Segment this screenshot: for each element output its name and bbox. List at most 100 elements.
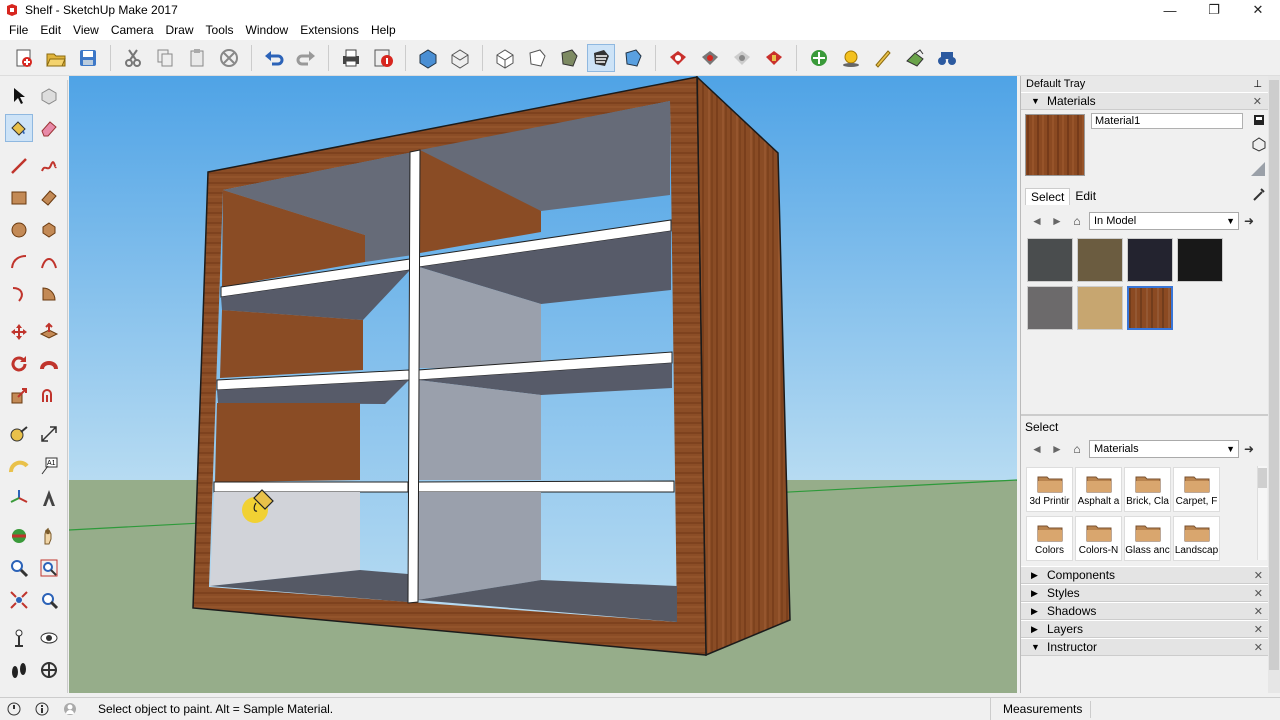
library-forward-icon[interactable]: ► [1047, 440, 1067, 458]
geo-location-status-icon[interactable] [6, 701, 22, 717]
zoom-extents-icon[interactable] [5, 586, 33, 614]
section-icon[interactable] [901, 44, 929, 72]
two-point-arc-icon[interactable] [35, 248, 63, 276]
follow-me-icon[interactable] [35, 350, 63, 378]
library-folder-item[interactable]: Colors [1026, 516, 1073, 561]
menu-camera[interactable]: Camera [105, 20, 160, 40]
line-tool-icon[interactable] [5, 152, 33, 180]
material-swatch[interactable] [1077, 286, 1123, 330]
restore-button[interactable]: ❐ [1192, 0, 1236, 20]
shelf-3-left[interactable] [213, 481, 409, 493]
scale-tool-icon[interactable] [5, 382, 33, 410]
3d-viewport[interactable] [69, 76, 1017, 693]
shadows-icon[interactable] [837, 44, 865, 72]
text-tool-icon[interactable]: A1 [35, 452, 63, 480]
pie-tool-icon[interactable] [35, 280, 63, 308]
close-panel-icon[interactable]: ✕ [1253, 95, 1262, 108]
center-divider[interactable] [407, 149, 421, 604]
library-folder-item[interactable]: Colors-N [1075, 516, 1122, 561]
print-icon[interactable] [337, 44, 365, 72]
tray-scrollbar[interactable] [1268, 76, 1280, 693]
instructor-panel-header[interactable]: ▼ Instructor ✕ [1021, 638, 1269, 656]
iso-view-icon[interactable] [414, 44, 442, 72]
library-back-icon[interactable]: ◄ [1027, 440, 1047, 458]
freehand-tool-icon[interactable] [35, 152, 63, 180]
close-shadows-icon[interactable]: ✕ [1254, 605, 1263, 618]
menu-draw[interactable]: Draw [160, 20, 200, 40]
shaded-textures-icon[interactable] [587, 43, 615, 72]
move-tool-icon[interactable] [5, 318, 33, 346]
eraser-icon[interactable] [35, 114, 63, 142]
materials-panel-header[interactable]: ▼ Materials ✕ [1021, 92, 1268, 110]
back-arrow-icon[interactable]: ◄ [1027, 212, 1047, 230]
rectangle-tool-icon[interactable] [5, 184, 33, 212]
styles-panel-header[interactable]: ▶ Styles ✕ [1021, 584, 1269, 602]
details-arrow-icon[interactable]: ➜ [1239, 212, 1259, 230]
3d-warehouse-icon[interactable] [664, 44, 692, 72]
library-folder-item[interactable]: 3d Printir [1026, 467, 1073, 512]
sandbox-icon[interactable] [869, 44, 897, 72]
info-icon[interactable] [34, 701, 50, 717]
forward-arrow-icon[interactable]: ► [1047, 212, 1067, 230]
material-swatch[interactable] [1077, 238, 1123, 282]
library-home-icon[interactable]: ⌂ [1067, 440, 1087, 458]
close-components-icon[interactable]: ✕ [1254, 569, 1263, 582]
right-view-icon[interactable] [523, 44, 551, 72]
home-icon[interactable]: ⌂ [1067, 212, 1087, 230]
sample-paint-icon[interactable] [1251, 186, 1267, 202]
new-file-icon[interactable] [10, 44, 38, 72]
bottom-left-back-panel[interactable] [210, 492, 360, 586]
cut-icon[interactable] [119, 44, 147, 72]
close-instructor-icon[interactable]: ✕ [1254, 641, 1263, 654]
geo-location-icon[interactable] [805, 44, 833, 72]
layers-panel-header[interactable]: ▶ Layers ✕ [1021, 620, 1269, 638]
3d-text-icon[interactable] [35, 484, 63, 512]
close-layers-icon[interactable]: ✕ [1254, 623, 1263, 636]
menu-help[interactable]: Help [365, 20, 402, 40]
menu-tools[interactable]: Tools [200, 20, 240, 40]
measurements-input[interactable] [1090, 701, 1278, 718]
paste-icon[interactable] [183, 44, 211, 72]
push-pull-icon[interactable] [35, 318, 63, 346]
polygon-tool-icon[interactable] [35, 216, 63, 244]
library-folder-item[interactable]: Glass anc [1124, 516, 1171, 561]
pin-icon[interactable]: ⊥ [1253, 79, 1262, 90]
mid-left-back-panel[interactable] [220, 310, 363, 378]
undo-icon[interactable] [260, 44, 288, 72]
tab-select[interactable]: Select [1025, 188, 1071, 205]
material-swatch[interactable] [1177, 238, 1223, 282]
material-swatch[interactable] [1127, 286, 1173, 330]
model-canvas[interactable] [69, 76, 1017, 693]
menu-edit[interactable]: Edit [34, 20, 67, 40]
collection-dropdown[interactable]: In Model ▼ [1089, 212, 1239, 230]
default-material-icon[interactable] [1249, 160, 1267, 178]
make-component-icon[interactable] [35, 82, 63, 110]
shaded-icon[interactable] [555, 44, 583, 72]
material-mode-icon[interactable] [1251, 136, 1267, 152]
orbit-tool-icon[interactable] [5, 522, 33, 550]
menu-extensions[interactable]: Extensions [294, 20, 365, 40]
library-scrollbar[interactable] [1257, 466, 1267, 560]
walk-tool-icon[interactable] [5, 656, 33, 684]
protractor-icon[interactable] [5, 452, 33, 480]
material-name-field[interactable]: Material1 [1091, 113, 1243, 129]
zoom-window-icon[interactable] [35, 554, 63, 582]
library-folder-item[interactable]: Brick, Cla [1124, 467, 1171, 512]
material-swatch[interactable] [1027, 286, 1073, 330]
shelf-right-side[interactable] [696, 76, 791, 657]
library-folder-item[interactable]: Landscap [1173, 516, 1220, 561]
shadows-panel-header[interactable]: ▶ Shadows ✕ [1021, 602, 1269, 620]
library-folder-item[interactable]: Asphalt a [1075, 467, 1122, 512]
menu-window[interactable]: Window [240, 20, 295, 40]
shelf-3-right[interactable] [416, 480, 675, 493]
offset-tool-icon[interactable] [35, 382, 63, 410]
rotate-tool-icon[interactable] [5, 350, 33, 378]
open-file-icon[interactable] [42, 44, 70, 72]
menu-file[interactable]: File [3, 20, 34, 40]
monochrome-icon[interactable] [619, 44, 647, 72]
section-plane-icon[interactable] [35, 656, 63, 684]
tray-scroll-thumb[interactable] [1269, 80, 1279, 670]
erase-icon[interactable] [215, 44, 243, 72]
zoom-tool-icon[interactable] [5, 554, 33, 582]
pan-tool-icon[interactable] [35, 522, 63, 550]
